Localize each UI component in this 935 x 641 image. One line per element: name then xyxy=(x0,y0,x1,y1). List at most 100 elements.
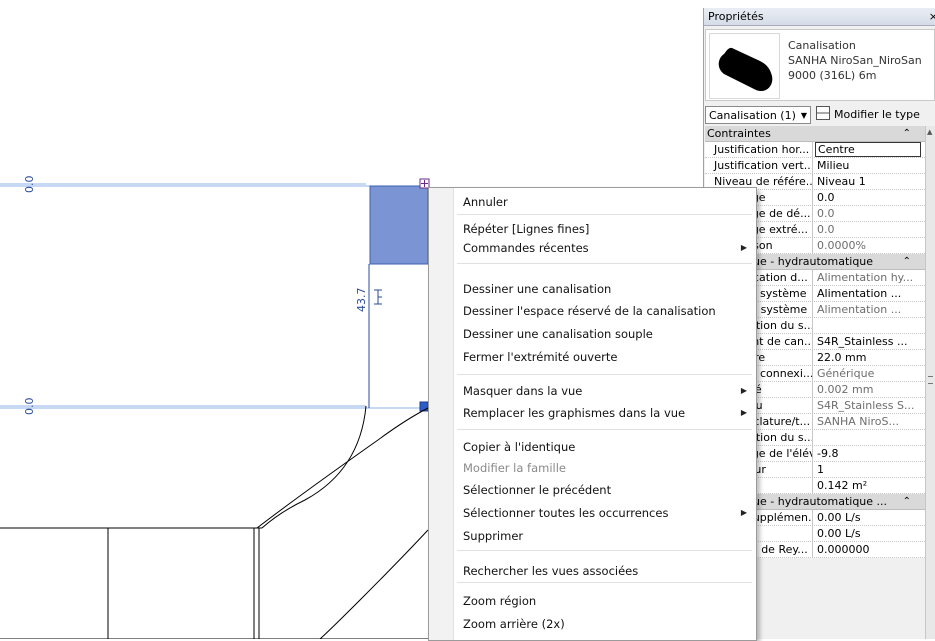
type-name-line3: 9000 (316L) 6m xyxy=(788,69,877,82)
property-value[interactable]: Alimentation hy... xyxy=(817,270,923,285)
property-group-header[interactable]: Contraintes ⌃ xyxy=(705,126,927,142)
menu-item-label: Sélectionner le précédent xyxy=(463,483,612,497)
collapse-chevron-icon[interactable]: ⌃ xyxy=(903,254,911,269)
property-value[interactable]: Alimentation ... xyxy=(817,302,923,317)
property-value[interactable]: 0.142 m² xyxy=(817,478,923,493)
menu-item-label: Rechercher les vues associées xyxy=(463,564,639,578)
submenu-arrow-icon: ▶ xyxy=(740,508,747,517)
property-value[interactable]: 22.0 mm xyxy=(817,350,923,365)
menu-item-label: Masquer dans la vue xyxy=(463,384,583,398)
property-value[interactable]: 0.00 L/s xyxy=(817,526,923,541)
offset-label-top: 0.0 xyxy=(23,176,36,194)
menu-item-label: Zoom région xyxy=(463,594,537,608)
property-value[interactable]: 1 xyxy=(817,462,923,477)
menu-item[interactable]: Sélectionner le précédent xyxy=(463,480,743,500)
menu-item-label: Modifier la famille xyxy=(463,461,567,475)
property-name: Justification hor... xyxy=(705,142,813,157)
property-value[interactable]: 0.000000 xyxy=(817,542,923,557)
menu-separator xyxy=(457,550,752,551)
property-value[interactable]: 0.00 L/s xyxy=(817,510,923,525)
properties-title: Propriétés xyxy=(708,10,764,23)
property-group-label: Contraintes xyxy=(707,127,771,140)
offset-label-bottom: 0.0 xyxy=(23,398,36,416)
type-name-line2: SANHA NiroSan_NiroSan xyxy=(788,54,922,67)
property-row[interactable]: Justification hor... Centre xyxy=(705,142,927,158)
instance-filter-dropdown[interactable]: Canalisation (1) ▼ xyxy=(705,106,811,124)
menu-item: Modifier la famille xyxy=(463,458,743,478)
menu-item[interactable]: Dessiner une canalisation xyxy=(463,279,743,299)
selected-pipe-segment[interactable] xyxy=(369,185,429,265)
menu-item[interactable]: Zoom arrière (2x) xyxy=(463,614,743,634)
property-value[interactable]: S4R_Stainless ... xyxy=(817,334,923,349)
menu-item[interactable]: Répéter [Lignes fines] xyxy=(463,219,743,239)
edit-type-icon xyxy=(816,106,830,120)
elbow-outer-arc xyxy=(256,407,429,529)
menu-item[interactable]: Zoom région xyxy=(463,591,743,611)
menu-item-label: Répéter [Lignes fines] xyxy=(463,222,590,236)
type-selector[interactable]: Canalisation SANHA NiroSan_NiroSan 9000 … xyxy=(705,29,935,101)
edit-type-label: Modifier le type xyxy=(834,108,920,121)
properties-titlebar: Propriétés × xyxy=(704,8,935,26)
menu-item[interactable]: Dessiner l'espace réservé de la canalisa… xyxy=(463,301,743,321)
dimension-label: 43.7 xyxy=(355,288,368,313)
property-name: Justification vert... xyxy=(705,158,813,173)
menu-item[interactable]: Dessiner une canalisation souple xyxy=(463,324,743,344)
property-value[interactable]: 0.002 mm xyxy=(817,382,923,397)
collapse-chevron-icon[interactable]: ⌃ xyxy=(903,494,911,509)
menu-item[interactable]: Copier à l'identique xyxy=(463,437,743,457)
collapse-chevron-icon[interactable]: ⌃ xyxy=(903,126,911,141)
menu-item[interactable]: Annuler xyxy=(463,192,743,212)
property-value[interactable]: 0.0 xyxy=(817,206,923,221)
property-value[interactable]: Alimentation ... xyxy=(817,286,923,301)
menu-item[interactable]: Rechercher les vues associées xyxy=(463,561,743,581)
property-row[interactable]: Justification vert... Milieu xyxy=(705,158,927,174)
property-value[interactable]: 0.0000% xyxy=(817,238,923,253)
edit-type-button[interactable]: Modifier le type xyxy=(816,106,920,124)
scroll-grip[interactable] xyxy=(928,376,933,384)
property-value[interactable]: 0.0 xyxy=(817,190,923,205)
scroll-up-icon[interactable]: ▲ xyxy=(927,128,932,136)
menu-item[interactable]: Supprimer xyxy=(463,526,743,546)
menu-item-label: Sélectionner toutes les occurrences xyxy=(463,506,669,520)
menu-item-label: Annuler xyxy=(463,195,508,209)
elbow-inner-arc xyxy=(261,405,367,529)
menu-item[interactable]: Commandes récentes ▶ xyxy=(463,238,747,258)
submenu-arrow-icon: ▶ xyxy=(740,243,747,252)
menu-icon-gutter xyxy=(429,188,454,640)
property-value[interactable] xyxy=(817,318,923,333)
property-value[interactable]: SANHA NiroS... xyxy=(817,414,923,429)
menu-separator xyxy=(457,263,752,264)
property-value[interactable]: S4R_Stainless S... xyxy=(817,398,923,413)
type-name-line1: Canalisation xyxy=(788,39,856,52)
menu-item[interactable]: Fermer l'extrémité ouverte xyxy=(463,347,743,367)
menu-separator xyxy=(457,374,752,375)
close-icon[interactable]: × xyxy=(929,8,935,25)
property-value[interactable]: Niveau 1 xyxy=(817,174,923,189)
menu-item-label: Dessiner l'espace réservé de la canalisa… xyxy=(463,304,716,318)
menu-separator xyxy=(457,582,752,583)
property-value[interactable]: Centre xyxy=(815,142,921,157)
menu-item-label: Commandes récentes xyxy=(463,241,589,255)
properties-scrollbar[interactable]: ▲ xyxy=(925,126,935,639)
menu-item-label: Remplacer les graphismes dans la vue xyxy=(463,406,686,420)
menu-item-label: Dessiner une canalisation xyxy=(463,282,612,296)
property-value[interactable] xyxy=(817,430,923,445)
menu-item-label: Copier à l'identique xyxy=(463,440,576,454)
property-value[interactable]: Milieu xyxy=(817,158,923,173)
context-menu: Annuler Répéter [Lignes fines] Commandes r… xyxy=(428,187,757,641)
menu-item[interactable]: Masquer dans la vue ▶ xyxy=(463,381,747,401)
menu-separator xyxy=(457,214,752,215)
menu-item[interactable]: Sélectionner toutes les occurrences ▶ xyxy=(463,503,747,523)
menu-item[interactable]: Remplacer les graphismes dans la vue ▶ xyxy=(463,403,747,423)
menu-item-label: Dessiner une canalisation souple xyxy=(463,327,653,341)
menu-item-label: Fermer l'extrémité ouverte xyxy=(463,350,618,364)
selection-row: Canalisation (1) ▼ Modifier le type xyxy=(704,104,935,126)
elbow-lower-curve xyxy=(319,529,429,639)
type-name: Canalisation SANHA NiroSan_NiroSan 9000 … xyxy=(788,38,922,83)
property-value[interactable]: 0.0 xyxy=(817,222,923,237)
dimension-marker xyxy=(374,289,382,305)
property-value[interactable]: Générique xyxy=(817,366,923,381)
chevron-down-icon: ▼ xyxy=(800,111,807,120)
property-value[interactable]: -9.8 xyxy=(817,446,923,461)
menu-item-label: Zoom arrière (2x) xyxy=(463,617,565,631)
